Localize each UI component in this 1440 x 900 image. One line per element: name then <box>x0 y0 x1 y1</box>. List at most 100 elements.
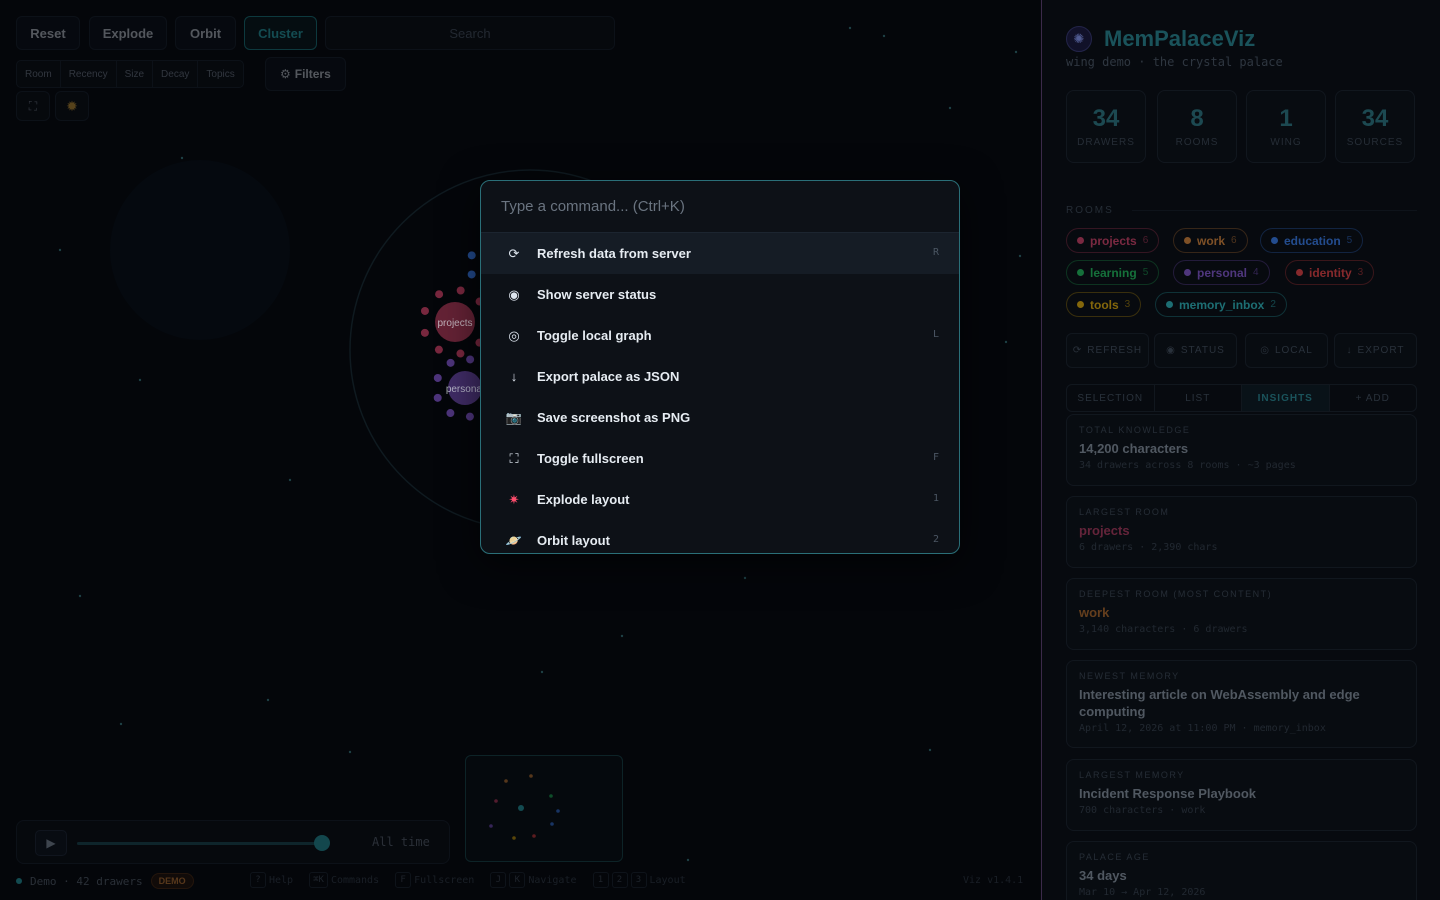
palace-logo-icon: ✺ <box>1066 26 1092 52</box>
shortcut-key: K <box>509 872 526 888</box>
command-item[interactable]: ✷ Explode layout 1 <box>481 479 959 520</box>
export-action-button[interactable]: ↓ EXPORT <box>1334 333 1417 368</box>
status-icon: ◉ <box>1166 345 1176 356</box>
tab-list[interactable]: LIST <box>1155 385 1242 411</box>
shortcut-hint: 1 2 3 Layout <box>592 872 686 888</box>
reset-button[interactable]: Reset <box>16 16 80 50</box>
room-chip-name: education <box>1284 233 1341 248</box>
shortcut-key: J <box>490 872 507 888</box>
command-item[interactable]: ↓ Export palace as JSON <box>481 356 959 397</box>
command-list: ⟳ Refresh data from server R ◉ Show server s… <box>481 233 959 553</box>
command-item[interactable]: ⛶ Toggle fullscreen F <box>481 438 959 479</box>
minimap-dot <box>512 836 516 840</box>
shortcut-hint: ? Help <box>250 872 293 888</box>
room-chip-tools[interactable]: tools 3 <box>1066 292 1142 317</box>
tab-add[interactable]: + ADD <box>1330 385 1417 411</box>
segment-decay[interactable]: Decay <box>153 61 199 87</box>
room-chip-memory-inbox[interactable]: memory_inbox 2 <box>1155 292 1287 317</box>
room-chip-count: 5 <box>1346 235 1353 246</box>
segment-recency[interactable]: Recency <box>61 61 117 87</box>
star-dot <box>266 698 270 702</box>
insight-value: Interesting article on WebAssembly and e… <box>1079 687 1360 719</box>
segment-topics[interactable]: Topics <box>198 61 242 87</box>
segment-size[interactable]: Size <box>117 61 154 87</box>
minimap[interactable] <box>465 755 623 862</box>
command-item[interactable]: 🪐 Orbit layout 2 <box>481 520 959 553</box>
explode-button[interactable]: Explode <box>89 16 167 50</box>
theme-toggle-button[interactable]: ✹ <box>55 91 89 121</box>
stat-wing: 1 WING <box>1246 90 1326 163</box>
connection-dot <box>16 878 22 884</box>
insight-card-largest-memory[interactable]: LARGEST MEMORY Incident Response Playboo… <box>1066 759 1417 831</box>
shortcut-key: F <box>395 872 412 888</box>
play-button[interactable]: ▶ <box>35 830 67 856</box>
star-dot <box>620 634 624 638</box>
timeline-slider-handle[interactable] <box>314 835 330 851</box>
star-dot <box>882 34 886 38</box>
drawer-node <box>446 409 455 418</box>
room-chip-work[interactable]: work 6 <box>1173 228 1248 253</box>
room-chip-projects[interactable]: projects 6 <box>1066 228 1160 253</box>
fullscreen-toggle-button[interactable]: ⛶ <box>16 91 50 121</box>
room-chip-name: projects <box>1090 233 1137 248</box>
insight-value: 14,200 characters <box>1079 441 1189 456</box>
room-chip-education[interactable]: education 5 <box>1260 228 1364 253</box>
command-item[interactable]: ⟳ Refresh data from server R <box>481 233 959 274</box>
command-item[interactable]: ◉ Show server status <box>481 274 959 315</box>
drawer-node <box>433 393 442 402</box>
drawer-node <box>465 412 474 421</box>
star-dot <box>948 106 952 110</box>
shortcut-key: 3 <box>630 872 647 888</box>
room-chip-count: 3 <box>1124 299 1131 310</box>
insight-key: NEWEST MEMORY <box>1079 671 1180 681</box>
star-dot <box>119 722 123 726</box>
refresh-action-button[interactable]: ⟳ REFRESH <box>1066 333 1149 368</box>
tab-insights[interactable]: INSIGHTS <box>1242 385 1330 411</box>
drawer-node <box>467 270 476 279</box>
room-chip-identity[interactable]: identity 3 <box>1285 260 1375 285</box>
shortcut-hint: J K Navigate <box>490 872 577 888</box>
filters-button[interactable]: ⚙ Filters <box>265 57 346 91</box>
planet-icon: 🪐 <box>505 532 523 548</box>
room-chip-personal[interactable]: personal 4 <box>1173 260 1270 285</box>
drawer-node <box>420 328 429 337</box>
room-chip-learning[interactable]: learning 5 <box>1066 260 1160 285</box>
fullscreen-icon: ⛶ <box>509 450 519 466</box>
insight-card-newest-memory[interactable]: NEWEST MEMORY Interesting article on Web… <box>1066 660 1417 748</box>
refresh-icon: ⟳ <box>1072 345 1083 356</box>
search-input[interactable]: Search <box>325 16 615 50</box>
shortcut-key: ? <box>250 872 266 888</box>
stat-value: 1 <box>1279 105 1293 132</box>
star-dot <box>1004 340 1008 344</box>
room-color-dot <box>1166 301 1173 308</box>
insight-value: work <box>1079 605 1110 620</box>
shortcut-hint: ⌘K Commands <box>309 872 379 888</box>
room-chip-name: identity <box>1309 265 1352 280</box>
command-shortcut: 1 <box>932 493 939 504</box>
command-label: Toggle fullscreen <box>537 451 644 466</box>
insight-card-largest-room[interactable]: LARGEST ROOM projects 6 drawers · 2,390 … <box>1066 496 1417 568</box>
command-label: Refresh data from server <box>537 246 691 261</box>
action-label: EXPORT <box>1357 345 1405 356</box>
sun-icon: ✹ <box>66 97 78 114</box>
local-action-button[interactable]: ◎ LOCAL <box>1245 333 1328 368</box>
timeline-track[interactable] <box>77 842 322 845</box>
command-input[interactable]: Type a command... (Ctrl+K) <box>481 181 959 233</box>
star-dot <box>928 748 932 752</box>
shortcut-label: Fullscreen <box>414 874 475 886</box>
command-shortcut: R <box>932 247 939 258</box>
insight-value: 34 days <box>1079 868 1127 883</box>
command-item[interactable]: 📷 Save screenshot as PNG <box>481 397 959 438</box>
orbit-button[interactable]: Orbit <box>175 16 236 50</box>
stat-value: 8 <box>1190 105 1204 132</box>
stat-label: SOURCES <box>1346 137 1404 148</box>
segment-room[interactable]: Room <box>17 61 61 87</box>
action-label: REFRESH <box>1087 345 1143 356</box>
minimap-dot <box>550 822 554 826</box>
status-action-button[interactable]: ◉ STATUS <box>1154 333 1237 368</box>
tab-selection[interactable]: SELECTION <box>1067 385 1155 411</box>
stat-value: 34 <box>1361 105 1389 132</box>
insight-card-deepest-room[interactable]: DEEPEST ROOM (MOST CONTENT) work 3,140 c… <box>1066 578 1417 650</box>
command-item[interactable]: ◎ Toggle local graph L <box>481 315 959 356</box>
cluster-button[interactable]: Cluster <box>244 16 317 50</box>
